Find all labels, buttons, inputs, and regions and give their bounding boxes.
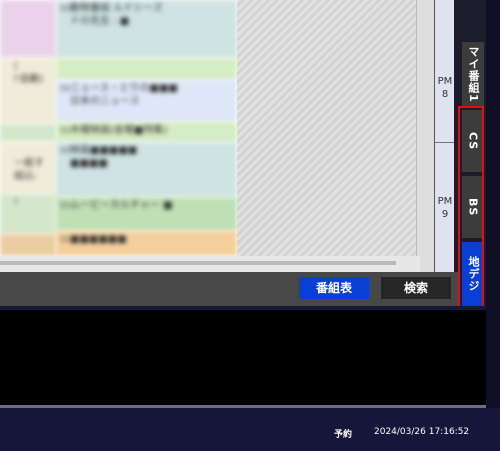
epg-button[interactable]: 番組表 (299, 277, 369, 299)
reserve-status-label[interactable]: 予約 (334, 427, 352, 440)
time-label-pm9: PM 9 (435, 195, 455, 221)
program-title: ムービーカルチャー ■ (70, 200, 173, 211)
program-cell[interactable]: 一般す 組込: (0, 142, 56, 194)
program-title: 動物番組 ルドシーズ ドの先生 : ■ (70, 3, 163, 27)
window-edge (486, 0, 500, 451)
program-title: ( l'自動) (14, 61, 44, 85)
time-divider (435, 142, 455, 143)
program-cell[interactable]: 00 木曜映画(金曜■特集) (56, 122, 237, 142)
tab-my-programs[interactable]: マイ番組1 (462, 42, 484, 106)
time-hour: 9 (441, 209, 449, 220)
program-cell[interactable]: 00 ニュース・とりの■■■ 日本のニュース (56, 80, 237, 122)
empty-hatched-area (237, 0, 416, 256)
program-cell[interactable]: 00 映画■■■■■ ■■■■ (56, 142, 237, 197)
time-period: PM (437, 196, 453, 207)
program-cell[interactable] (56, 58, 237, 80)
video-preview-area (0, 306, 486, 409)
program-start-minute: 00 (60, 201, 71, 210)
channel-column: 00 動物番組 ルドシーズ ドの先生 : ■ 00 ニュース・とりの■■■ 日本のニュ… (56, 0, 237, 256)
status-datetime: 2024/03/26 17:16:52 (374, 427, 470, 437)
program-title: ■■■■■■ (70, 234, 127, 245)
program-start-minute: 00 (60, 126, 71, 135)
time-hour: 8 (441, 89, 449, 100)
tab-label: マイ番組1 (467, 45, 480, 103)
program-cell[interactable]: 00 ■■■■■■ (56, 231, 237, 256)
program-start-minute: 00 (60, 84, 71, 93)
horizontal-scroll-thumb[interactable] (0, 261, 396, 265)
program-cell[interactable] (0, 0, 56, 58)
program-title: ! (14, 197, 19, 208)
program-start-minute: 00 (60, 235, 71, 244)
program-cell[interactable]: ! (0, 194, 56, 234)
time-label-pm8: PM 8 (435, 75, 455, 101)
program-title: 一般す 組込: (14, 158, 44, 182)
time-period: PM (437, 76, 453, 87)
program-cell[interactable]: 00 ムービーカルチャー ■ (56, 197, 237, 231)
program-cell[interactable] (0, 234, 56, 256)
program-cell[interactable]: 00 動物番組 ルドシーズ ドの先生 : ■ (56, 0, 237, 58)
program-title: 映画■■■■■ ■■■■ (70, 145, 138, 169)
program-cell[interactable] (0, 124, 56, 142)
program-start-minute: 00 (60, 4, 71, 13)
channel-column: ( l'自動) 一般す 組込:! (0, 0, 56, 256)
program-start-minute: 00 (60, 146, 71, 155)
grid-right-frame (416, 0, 435, 272)
program-title: 木曜映画(金曜■特集) (70, 125, 168, 136)
time-column: PM 8 PM 9 (434, 0, 455, 272)
highlight-annotation-box (458, 106, 484, 308)
program-title: ニュース・とりの■■■ 日本のニュース (70, 83, 178, 107)
program-cell[interactable]: ( l'自動) (0, 58, 56, 124)
epg-grid: ( l'自動) 一般す 組込:! 00 動物番組 ルドシーズ ドの先生 : ■ 00… (0, 0, 416, 256)
search-button[interactable]: 検索 (381, 277, 451, 299)
